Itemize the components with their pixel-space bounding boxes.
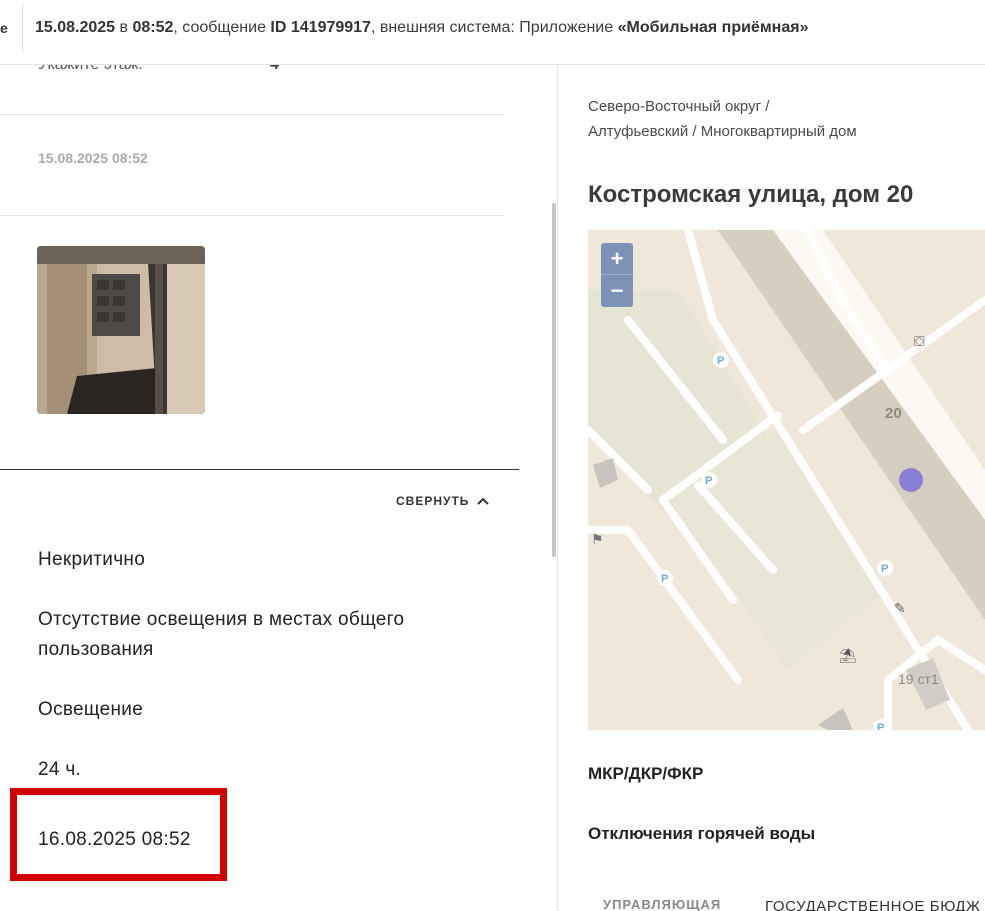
address-pane: Северо-Восточный округ / Алтуфьевский / … [559,65,985,911]
location-marker [899,468,923,492]
zoom-in-button[interactable]: + [601,243,633,275]
message-id: ID 141979917 [270,19,371,36]
breadcrumb-area: Алтуфьевский / Многоквартирный дом [588,123,857,140]
poi-icon: ⚑ [591,531,604,547]
external-system-name: «Мобильная приёмная» [617,19,809,36]
message-timestamp: 15.08.2025 08:52 [38,150,148,166]
building-number: 20 [885,405,902,422]
parking-icon: P [661,573,668,585]
shop-icon: ⛋ [914,333,925,349]
building-number-2: 19 ст1 [898,671,939,687]
top-header: е 15.08.2025 в 08:52, сообщение ID 14197… [0,0,985,65]
map-canvas: P P P P P ⛋ ⛱ ✎ ⚑ 20 19 ст1 [588,230,985,730]
message-details-pane[interactable]: Укажите этаж: 4 15.08.2025 08:52 СВЕРНУТ… [0,65,558,911]
parking-icon: P [881,563,888,575]
problem-value: Отсутствие освещения в местах общего пол… [38,609,405,660]
scrollbar-thumb[interactable] [552,203,556,557]
breadcrumb-district: Северо-Восточный округ / [588,98,770,115]
external-system-prefix: , внешняя система: Приложение [370,19,618,36]
collapse-button[interactable]: СВЕРНУТЬ [396,494,490,508]
management-company-value: ГОСУДАРСТВЕННОЕ БЮДЖ [765,898,981,911]
divider [0,114,504,115]
zoom-out-button[interactable]: − [601,275,633,307]
section-divider [0,469,519,470]
tool-icon: ✎ [894,600,906,616]
criticality-value: Некритично [38,549,146,570]
header-divider [22,4,23,52]
message-date: 15.08.2025 [35,19,116,36]
playground-icon: ⛱ [839,647,857,663]
chevron-up-icon [477,497,490,505]
collapse-label: СВЕРНУТЬ [396,494,470,508]
section-hot-water[interactable]: Отключения горячей воды [588,824,815,844]
message-info: 15.08.2025 в 08:52, сообщение ID 1419799… [35,19,808,37]
parking-icon: P [705,475,712,487]
section-mkr[interactable]: МКР/ДКР/ФКР [588,764,703,784]
floor-value: 4 [270,65,279,74]
truncated-label: е [0,20,8,36]
address-title: Костромская улица, дом 20 [588,181,914,208]
category-value: Освещение [38,699,144,720]
message-time: 08:52 [132,19,174,36]
in-word: в [115,19,133,36]
parking-icon: P [877,722,884,730]
parking-icon: P [717,355,724,367]
deadline-value: 24 ч. [38,759,82,780]
zoom-control: + − [601,243,633,307]
divider [0,215,504,216]
floor-label: Укажите этаж: [38,65,143,74]
photo-image [37,246,205,414]
message-prefix: , сообщение [173,19,271,36]
tab-management-label[interactable]: УПРАВЛЯЮЩАЯ [603,897,721,911]
highlight-box [10,788,227,881]
map[interactable]: P P P P P ⛋ ⛱ ✎ ⚑ 20 19 ст1 + − [588,230,985,730]
attached-photo[interactable] [37,246,205,414]
